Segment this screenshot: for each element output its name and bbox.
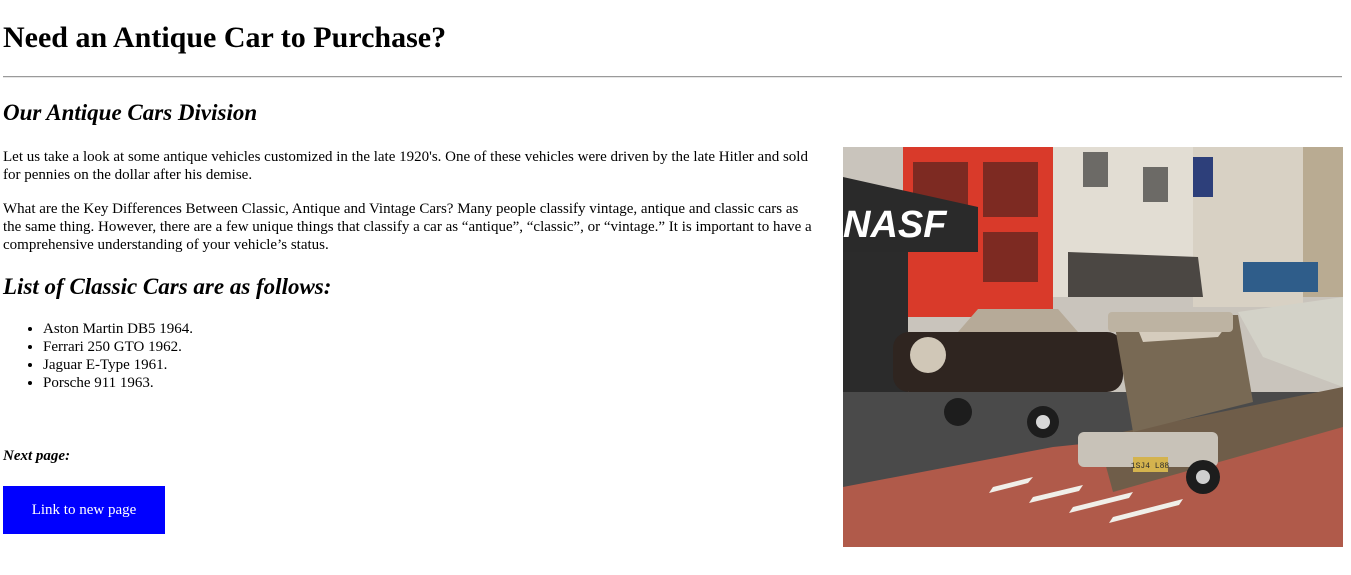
storefront-sign: NASF bbox=[843, 204, 948, 246]
list-heading: List of Classic Cars are as follows: bbox=[3, 274, 332, 299]
next-page-label: Next page: bbox=[3, 448, 71, 464]
license-plate-text: 1SJ4 L88 bbox=[1131, 462, 1170, 471]
street-scene-illustration: NASF 1SJ4 L88 bbox=[843, 147, 1343, 547]
list-item: Porsche 911 1963. bbox=[43, 374, 193, 392]
page: Need an Antique Car to Purchase? Our Ant… bbox=[0, 0, 1351, 575]
horizontal-divider bbox=[3, 76, 1342, 78]
classic-cars-list: Aston Martin DB5 1964. Ferrari 250 GTO 1… bbox=[3, 320, 193, 392]
antique-cars-photo: NASF 1SJ4 L88 bbox=[843, 147, 1343, 547]
list-item: Jaguar E-Type 1961. bbox=[43, 356, 193, 374]
page-title: Need an Antique Car to Purchase? bbox=[3, 21, 447, 54]
division-heading: Our Antique Cars Division bbox=[3, 100, 258, 125]
content-column: Let us take a look at some antique vehic… bbox=[3, 148, 815, 391]
intro-paragraph: Let us take a look at some antique vehic… bbox=[3, 149, 808, 183]
link-to-new-page-button[interactable]: Link to new page bbox=[3, 486, 165, 534]
list-item: Aston Martin DB5 1964. bbox=[43, 320, 193, 338]
list-item: Ferrari 250 GTO 1962. bbox=[43, 338, 193, 356]
differences-paragraph: What are the Key Differences Between Cla… bbox=[3, 201, 812, 253]
